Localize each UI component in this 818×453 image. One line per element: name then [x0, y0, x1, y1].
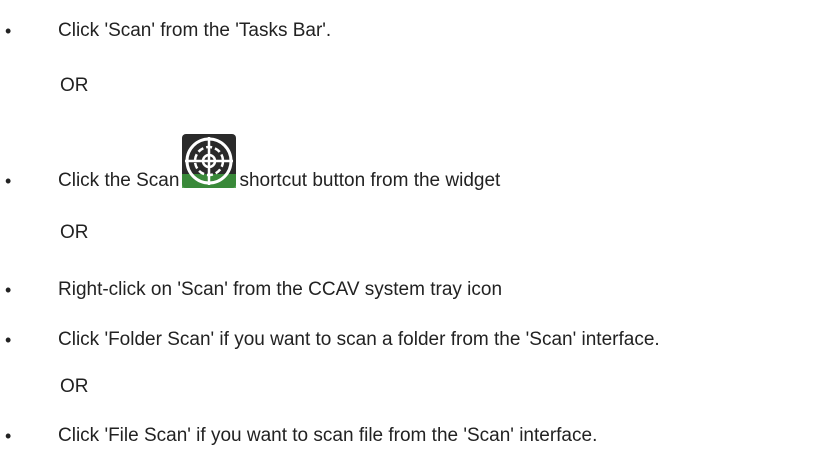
bullet: • — [5, 426, 12, 446]
step-text: Right-click on 'Scan' from the CCAV syst… — [58, 279, 503, 300]
step-text: Click 'Scan' from the 'Tasks Bar'. — [58, 20, 332, 41]
step-text: Click the Scan — [58, 170, 180, 191]
step-text: Click 'Folder Scan' if you want to scan … — [58, 329, 660, 350]
or-label: OR — [60, 222, 89, 243]
step-text-continued: shortcut button from the widget — [239, 170, 501, 191]
step-text: Click 'File Scan' if you want to scan fi… — [58, 425, 598, 446]
or-label: OR — [60, 75, 89, 96]
bullet: • — [5, 280, 12, 300]
bullet: • — [5, 171, 12, 191]
bullet: • — [5, 330, 12, 350]
or-label: OR — [60, 376, 89, 397]
scan-crosshair-icon — [182, 133, 237, 188]
bullet: • — [5, 21, 12, 41]
